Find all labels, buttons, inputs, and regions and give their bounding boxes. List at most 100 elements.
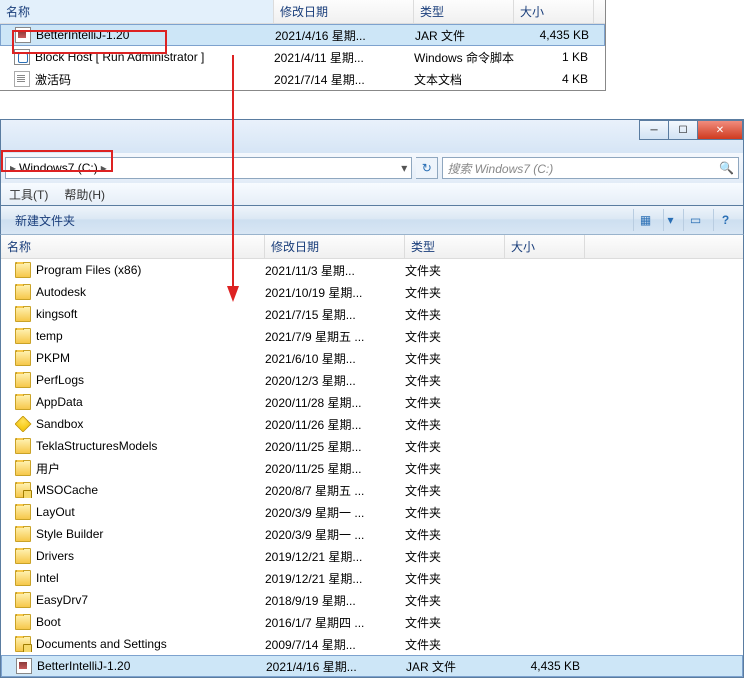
new-folder-button[interactable]: 新建文件夹 bbox=[7, 210, 83, 231]
folder-lock-icon bbox=[15, 636, 31, 652]
bottom-file-list: Program Files (x86)2021/11/3 星期...文件夹Aut… bbox=[1, 259, 743, 677]
file-row[interactable]: Sandbox2020/11/26 星期...文件夹 bbox=[1, 413, 743, 435]
breadcrumb[interactable]: Windows7 (C:) bbox=[19, 161, 98, 175]
file-date: 2020/11/25 星期... bbox=[265, 438, 405, 455]
file-date: 2020/12/3 星期... bbox=[265, 372, 405, 389]
menu-help[interactable]: 帮助(H) bbox=[64, 186, 105, 203]
col-type[interactable]: 类型 bbox=[414, 0, 514, 23]
folder-icon bbox=[15, 350, 31, 366]
file-row[interactable]: TeklaStructuresModels2020/11/25 星期...文件夹 bbox=[1, 435, 743, 457]
file-name: Sandbox bbox=[36, 417, 83, 431]
file-date: 2021/7/14 星期... bbox=[274, 71, 414, 88]
file-row[interactable]: 激活码2021/7/14 星期...文本文档4 KB bbox=[0, 68, 605, 90]
file-row[interactable]: PerfLogs2020/12/3 星期...文件夹 bbox=[1, 369, 743, 391]
file-row[interactable]: temp2021/7/9 星期五 ...文件夹 bbox=[1, 325, 743, 347]
file-row[interactable]: Drivers2019/12/21 星期...文件夹 bbox=[1, 545, 743, 567]
file-row[interactable]: Intel2019/12/21 星期...文件夹 bbox=[1, 567, 743, 589]
file-date: 2016/1/7 星期四 ... bbox=[265, 614, 405, 631]
file-type: 文件夹 bbox=[405, 460, 505, 477]
file-date: 2020/11/28 星期... bbox=[265, 394, 405, 411]
folder-icon bbox=[15, 614, 31, 630]
help-button[interactable]: ? bbox=[713, 209, 737, 231]
file-type: 文件夹 bbox=[405, 592, 505, 609]
file-row[interactable]: Documents and Settings2009/7/14 星期...文件夹 bbox=[1, 633, 743, 655]
address-field[interactable]: ▸ Windows7 (C:) ▸ ▾ bbox=[5, 157, 412, 179]
view-button[interactable]: ▦ bbox=[633, 209, 657, 231]
chevron-right-icon: ▸ bbox=[101, 161, 107, 175]
col-type[interactable]: 类型 bbox=[405, 235, 505, 258]
folder-icon bbox=[15, 262, 31, 278]
search-icon: 🔍 bbox=[719, 161, 734, 175]
file-date: 2020/3/9 星期一 ... bbox=[265, 504, 405, 521]
file-row[interactable]: kingsoft2021/7/15 星期...文件夹 bbox=[1, 303, 743, 325]
file-row[interactable]: Boot2016/1/7 星期四 ...文件夹 bbox=[1, 611, 743, 633]
file-type: 文件夹 bbox=[405, 284, 505, 301]
file-name: LayOut bbox=[36, 505, 75, 519]
file-size: 4 KB bbox=[514, 72, 594, 86]
file-date: 2020/8/7 星期五 ... bbox=[265, 482, 405, 499]
file-type: 文件夹 bbox=[405, 416, 505, 433]
file-name: Autodesk bbox=[36, 285, 86, 299]
titlebar[interactable]: ─ ☐ ✕ bbox=[0, 119, 744, 153]
jar-file-icon bbox=[16, 658, 32, 674]
file-row[interactable]: Autodesk 2021/10/19 星期...文件夹 bbox=[1, 281, 743, 303]
file-name: PerfLogs bbox=[36, 373, 84, 387]
col-date[interactable]: 修改日期 bbox=[274, 0, 414, 23]
col-size[interactable]: 大小 bbox=[514, 0, 594, 23]
file-row[interactable]: Program Files (x86)2021/11/3 星期...文件夹 bbox=[1, 259, 743, 281]
folder-icon bbox=[15, 306, 31, 322]
col-date[interactable]: 修改日期 bbox=[265, 235, 405, 258]
search-input[interactable]: 搜索 Windows7 (C:) 🔍 bbox=[442, 157, 739, 179]
folder-icon bbox=[15, 328, 31, 344]
file-type: 文件夹 bbox=[405, 504, 505, 521]
file-name: MSOCache bbox=[36, 483, 98, 497]
file-date: 2021/10/19 星期... bbox=[265, 284, 405, 301]
file-row[interactable]: 用户2020/11/25 星期...文件夹 bbox=[1, 457, 743, 479]
col-name[interactable]: 名称 bbox=[1, 235, 265, 258]
file-type: 文本文档 bbox=[414, 71, 514, 88]
file-date: 2021/7/9 星期五 ... bbox=[265, 328, 405, 345]
file-date: 2021/4/16 星期... bbox=[266, 658, 406, 675]
menu-tools[interactable]: 工具(T) bbox=[9, 186, 48, 203]
refresh-button[interactable]: ↻ bbox=[416, 157, 438, 179]
minimize-button[interactable]: ─ bbox=[639, 120, 669, 140]
folder-icon bbox=[15, 570, 31, 586]
file-row[interactable]: EasyDrv72018/9/19 星期...文件夹 bbox=[1, 589, 743, 611]
maximize-button[interactable]: ☐ bbox=[668, 120, 698, 140]
toolbar: 新建文件夹 ▦ ▾ ▭ ? bbox=[0, 205, 744, 235]
folder-icon bbox=[15, 394, 31, 410]
folder-icon bbox=[15, 548, 31, 564]
col-size[interactable]: 大小 bbox=[505, 235, 585, 258]
file-row[interactable]: LayOut 2020/3/9 星期一 ...文件夹 bbox=[1, 501, 743, 523]
file-name: BetterIntelliJ-1.20 bbox=[36, 28, 129, 42]
file-row[interactable]: AppData2020/11/28 星期...文件夹 bbox=[1, 391, 743, 413]
file-row[interactable]: BetterIntelliJ-1.202021/4/16 星期...JAR 文件… bbox=[0, 24, 605, 46]
chevron-down-icon[interactable]: ▾ bbox=[397, 161, 411, 175]
file-type: JAR 文件 bbox=[406, 658, 506, 675]
file-name: 用户 bbox=[36, 460, 60, 477]
jar-file-icon bbox=[15, 27, 31, 43]
file-date: 2019/12/21 星期... bbox=[265, 548, 405, 565]
preview-pane-button[interactable]: ▭ bbox=[683, 209, 707, 231]
file-name: BetterIntelliJ-1.20 bbox=[37, 659, 130, 673]
file-date: 2021/7/15 星期... bbox=[265, 306, 405, 323]
view-dropdown[interactable]: ▾ bbox=[663, 209, 677, 231]
file-row[interactable]: Style Builder2020/3/9 星期一 ...文件夹 bbox=[1, 523, 743, 545]
folder-icon bbox=[15, 526, 31, 542]
sandbox-icon bbox=[15, 416, 31, 432]
file-type: 文件夹 bbox=[405, 614, 505, 631]
file-name: Intel bbox=[36, 571, 59, 585]
file-type: 文件夹 bbox=[405, 306, 505, 323]
file-date: 2021/11/3 星期... bbox=[265, 262, 405, 279]
file-type: 文件夹 bbox=[405, 526, 505, 543]
file-row[interactable]: BetterIntelliJ-1.20 2021/4/16 星期...JAR 文件… bbox=[1, 655, 743, 677]
file-row[interactable]: PKPM2021/6/10 星期...文件夹 bbox=[1, 347, 743, 369]
file-row[interactable]: MSOCache2020/8/7 星期五 ...文件夹 bbox=[1, 479, 743, 501]
close-button[interactable]: ✕ bbox=[697, 120, 743, 140]
text-file-icon bbox=[14, 71, 30, 87]
file-row[interactable]: Block Host [ Run Administrator ]2021/4/1… bbox=[0, 46, 605, 68]
file-date: 2020/3/9 星期一 ... bbox=[265, 526, 405, 543]
col-name[interactable]: 名称 bbox=[0, 0, 274, 23]
file-type: 文件夹 bbox=[405, 262, 505, 279]
file-type: 文件夹 bbox=[405, 350, 505, 367]
